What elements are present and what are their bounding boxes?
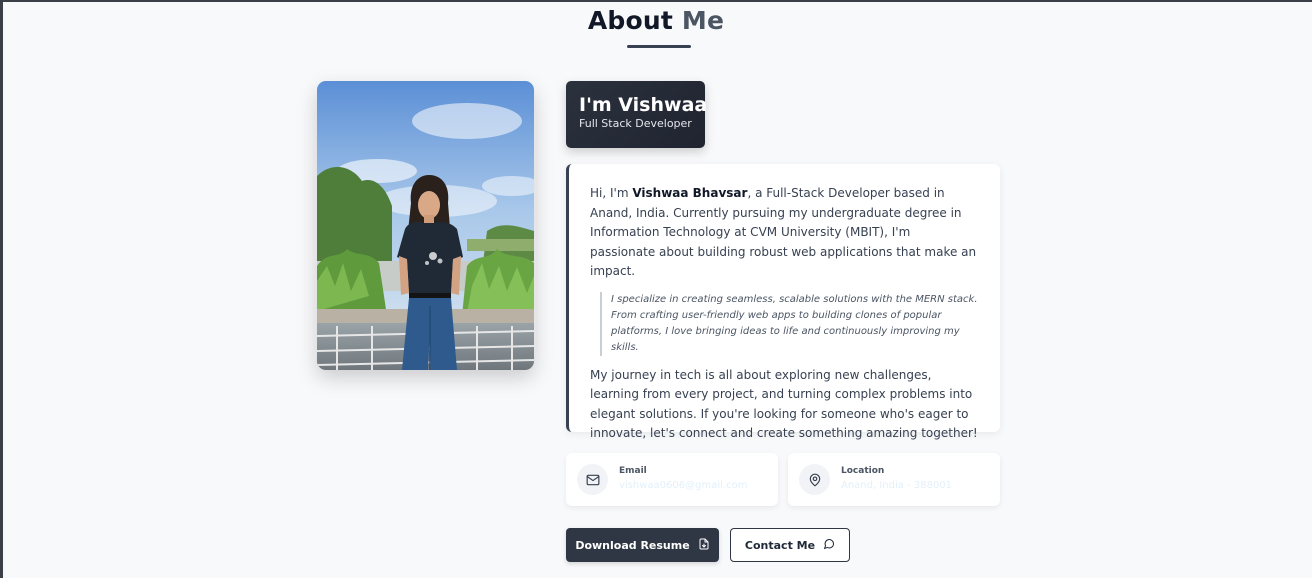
profile-photo (317, 81, 534, 370)
contact-location-card: Location Anand, India - 388001 (788, 453, 1000, 506)
section-title: About Me (0, 6, 1312, 35)
email-label: Email (619, 466, 647, 476)
email-value[interactable]: vishwaa0606@gmail.com (619, 480, 747, 491)
section-title-main: About (587, 6, 674, 35)
title-underline (627, 45, 691, 48)
download-resume-label: Download Resume (575, 538, 690, 552)
bio-card: Hi, I'm Vishwaa Bhavsar, a Full-Stack De… (566, 164, 1000, 440)
contact-me-button[interactable]: Contact Me (730, 528, 850, 562)
file-download-icon (698, 538, 710, 553)
section-title-accent: Me (681, 6, 725, 35)
contact-email-card[interactable]: Email vishwaa0606@gmail.com (566, 453, 778, 506)
location-value: Anand, India - 388001 (841, 480, 953, 491)
location-label: Location (841, 466, 885, 476)
intro-card: I'm Vishwaa Full Stack Developer (566, 81, 708, 148)
left-edge (0, 0, 3, 578)
bio-quote: I specialize in creating seamless, scala… (600, 291, 978, 356)
bio-paragraph-2: My journey in tech is all about explorin… (590, 367, 978, 441)
top-edge (0, 0, 1312, 2)
intro-role: Full Stack Developer (579, 117, 692, 130)
map-pin-icon (799, 464, 830, 495)
bio-p1-prefix: Hi, I'm (590, 186, 633, 200)
contact-me-label: Contact Me (744, 538, 816, 552)
mail-icon (577, 464, 608, 495)
bio-paragraph-1: Hi, I'm Vishwaa Bhavsar, a Full-Stack De… (590, 184, 978, 282)
download-resume-button[interactable]: Download Resume (566, 528, 719, 562)
bio-p1-name: Vishwaa Bhavsar (632, 186, 748, 200)
message-circle-icon (823, 538, 835, 553)
intro-name: I'm Vishwaa (579, 94, 708, 116)
